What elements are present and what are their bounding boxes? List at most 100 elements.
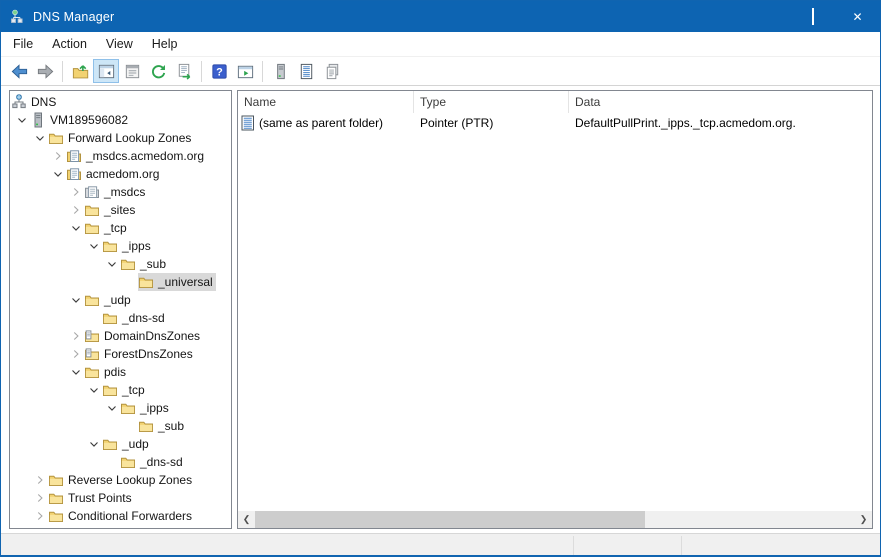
folder-icon xyxy=(102,238,118,254)
chevron-down-icon[interactable] xyxy=(50,166,66,182)
scroll-right-button[interactable]: ❯ xyxy=(855,511,872,528)
help-button[interactable]: ? xyxy=(206,59,232,83)
chevron-right-icon[interactable] xyxy=(68,328,84,344)
chevron-right-icon[interactable] xyxy=(50,148,66,164)
chevron-down-icon[interactable] xyxy=(104,256,120,272)
record-name: (same as parent folder) xyxy=(259,116,383,130)
properties-button[interactable] xyxy=(119,59,145,83)
tree-item-label: DomainDnsZones xyxy=(104,329,200,343)
tree-item-msdcs-acmedom-org[interactable]: _msdcs.acmedom.org xyxy=(10,147,231,165)
up-one-level-button[interactable] xyxy=(67,59,93,83)
scroll-left-button[interactable]: ❮ xyxy=(238,511,255,528)
export-list-button[interactable] xyxy=(171,59,197,83)
folder-icon xyxy=(102,436,118,452)
maximize-button[interactable] xyxy=(790,1,835,32)
list-row-same-as-parent-folder[interactable]: (same as parent folder)Pointer (PTR)Defa… xyxy=(238,113,872,132)
toolbar: ? xyxy=(1,57,880,86)
server-icon xyxy=(271,62,290,81)
folder-icon xyxy=(48,508,64,524)
tree-item-msdcs[interactable]: _msdcs xyxy=(10,183,231,201)
tree-item-domaindnszones[interactable]: DomainDnsZones xyxy=(10,327,231,345)
tree-item-udp[interactable]: _udp xyxy=(10,291,231,309)
menu-bar: FileActionViewHelp xyxy=(1,32,880,57)
chevron-down-icon[interactable] xyxy=(104,400,120,416)
refresh-button[interactable] xyxy=(145,59,171,83)
chevron-spacer xyxy=(122,418,138,434)
tree-item-label: _tcp xyxy=(122,383,145,397)
tree-item-sub[interactable]: _sub xyxy=(10,255,231,273)
folder-icon xyxy=(138,274,154,290)
chevron-right-icon[interactable] xyxy=(32,490,48,506)
dns-app-icon xyxy=(10,9,26,25)
tree-item-universal[interactable]: _universal xyxy=(10,273,231,291)
chevron-right-icon[interactable] xyxy=(68,202,84,218)
tree-item-ipps[interactable]: _ipps xyxy=(10,399,231,417)
tree-item-dns-sd[interactable]: _dns-sd xyxy=(10,309,231,327)
menu-file[interactable]: File xyxy=(4,33,42,55)
tree-item-acmedom-org[interactable]: acmedom.org xyxy=(10,165,231,183)
tree-item-tcp[interactable]: _tcp xyxy=(10,381,231,399)
tree-item-vm189596082[interactable]: VM189596082 xyxy=(10,111,231,129)
chevron-right-icon[interactable] xyxy=(68,184,84,200)
new-window-button[interactable] xyxy=(232,59,258,83)
server-button[interactable] xyxy=(267,59,293,83)
tree-item-label: Trust Points xyxy=(68,491,132,505)
chevron-right-icon[interactable] xyxy=(32,508,48,524)
tree-item-dns-sd[interactable]: _dns-sd xyxy=(10,453,231,471)
tree-item-udp[interactable]: _udp xyxy=(10,435,231,453)
chevron-down-icon[interactable] xyxy=(68,364,84,380)
list-header: NameTypeData xyxy=(238,91,872,113)
tree-item-reverse-lookup-zones[interactable]: Reverse Lookup Zones xyxy=(10,471,231,489)
chevron-down-icon[interactable] xyxy=(68,220,84,236)
folder-icon xyxy=(84,202,100,218)
folder-icon xyxy=(120,454,136,470)
zonegray-icon xyxy=(84,184,100,200)
column-header-data[interactable]: Data xyxy=(569,91,872,113)
forward-button[interactable] xyxy=(32,59,58,83)
column-header-name[interactable]: Name xyxy=(238,91,414,113)
chevron-down-icon[interactable] xyxy=(86,436,102,452)
record-list-button[interactable] xyxy=(293,59,319,83)
tree-item-ipps[interactable]: _ipps xyxy=(10,237,231,255)
tree-item-label: _dns-sd xyxy=(122,311,165,325)
menu-help[interactable]: Help xyxy=(143,33,187,55)
tree-item-conditional-forwarders[interactable]: Conditional Forwarders xyxy=(10,507,231,525)
tree-item-forestdnszones[interactable]: ForestDnsZones xyxy=(10,345,231,363)
tree-item-sub[interactable]: _sub xyxy=(10,417,231,435)
title-bar[interactable]: DNS Manager ✕ xyxy=(1,1,880,32)
copy-button[interactable] xyxy=(319,59,345,83)
show-console-tree-button[interactable] xyxy=(93,59,119,83)
minimize-button[interactable] xyxy=(745,1,790,32)
scroll-thumb[interactable] xyxy=(255,511,645,528)
horizontal-scrollbar[interactable]: ❮ ❯ xyxy=(238,511,872,528)
back-button[interactable] xyxy=(6,59,32,83)
tree-item-label: _tcp xyxy=(104,221,127,235)
tree-item-dns[interactable]: DNS xyxy=(10,93,231,111)
chevron-down-icon[interactable] xyxy=(86,382,102,398)
chevron-down-icon[interactable] xyxy=(14,112,30,128)
menu-view[interactable]: View xyxy=(97,33,142,55)
chevron-right-icon[interactable] xyxy=(32,472,48,488)
console-tree-pane[interactable]: DNSVM189596082Forward Lookup Zones_msdcs… xyxy=(9,90,232,529)
chevron-down-icon[interactable] xyxy=(32,130,48,146)
folderpage-icon xyxy=(84,328,100,344)
tree-item-sites[interactable]: _sites xyxy=(10,201,231,219)
column-header-type[interactable]: Type xyxy=(414,91,569,113)
chevron-down-icon[interactable] xyxy=(68,292,84,308)
properties-icon xyxy=(123,62,142,81)
tree-item-trust-points[interactable]: Trust Points xyxy=(10,489,231,507)
tree-item-label: ForestDnsZones xyxy=(104,347,193,361)
tree-item-label: _ipps xyxy=(140,401,169,415)
chevron-down-icon[interactable] xyxy=(86,238,102,254)
dns-manager-window: DNS Manager ✕ FileActionViewHelp ? DNSVM… xyxy=(0,0,881,557)
tree-item-tcp[interactable]: _tcp xyxy=(10,219,231,237)
close-button[interactable]: ✕ xyxy=(835,1,880,32)
folder-icon xyxy=(48,472,64,488)
chevron-right-icon[interactable] xyxy=(68,346,84,362)
window-controls: ✕ xyxy=(745,1,880,32)
forward-icon xyxy=(36,62,55,81)
tree-item-pdis[interactable]: pdis xyxy=(10,363,231,381)
tree-item-forward-lookup-zones[interactable]: Forward Lookup Zones xyxy=(10,129,231,147)
menu-action[interactable]: Action xyxy=(43,33,96,55)
result-list-pane[interactable]: NameTypeData (same as parent folder)Poin… xyxy=(237,90,873,529)
